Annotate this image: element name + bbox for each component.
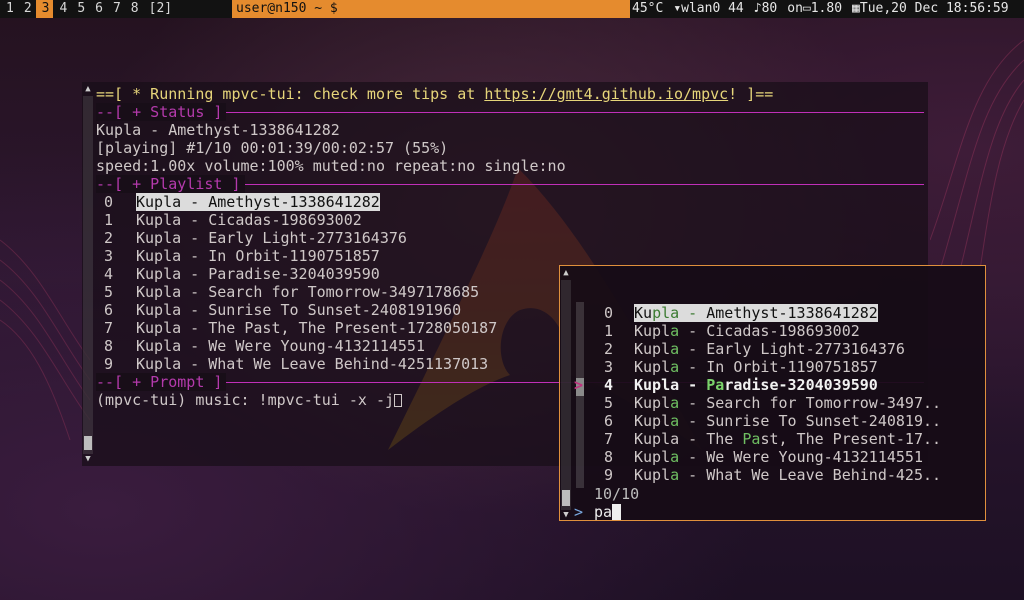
prompt-header: --[ + Prompt ] — [96, 373, 227, 391]
scroll-up-arrow-icon[interactable]: ▲ — [561, 268, 571, 278]
now-playing: Kupla - Amethyst-1338641282 — [96, 121, 340, 139]
playback-flags: speed:1.00x volume:100% muted:no repeat:… — [96, 157, 566, 175]
playlist-item[interactable]: 9 Kupla - What We Leave Behind-4251137013 — [96, 355, 488, 373]
workspace-6[interactable]: 6 — [89, 0, 107, 18]
wifi-icon: ▾ — [673, 1, 682, 16]
fzf-popup[interactable]: ▲ ▼ 0 Kupla - Amethyst-1338641282 1 Kupla … — [559, 265, 986, 521]
fzf-result-row[interactable]: 0 Kupla - Amethyst-1338641282 — [604, 304, 878, 322]
popup-scrollbar-track[interactable] — [561, 280, 571, 510]
scroll-up-arrow-icon[interactable]: ▲ — [83, 84, 93, 94]
scroll-down-arrow-icon[interactable]: ▼ — [83, 454, 93, 464]
fzf-result-row[interactable]: 6 Kupla - Sunrise To Sunset-240819.. — [604, 412, 941, 430]
fzf-pointer-icon: > — [574, 376, 584, 394]
fzf-match-count: 10/10 — [594, 485, 640, 503]
fzf-result-row-selected[interactable]: 4 Kupla - Paradise-3204039590 — [604, 376, 878, 394]
workspace-3[interactable]: 3 — [35, 0, 54, 18]
fzf-result-row[interactable]: 8 Kupla - We Were Young-4132114551 — [604, 448, 923, 466]
fzf-result-row[interactable]: 1 Kupla - Cicadas-198693002 — [604, 322, 860, 340]
fzf-result-row[interactable]: 9 Kupla - What We Leave Behind-425.. — [604, 466, 941, 484]
top-status-bar: 1 2 3 4 5 6 7 8 [2] user@n150 ~ $ 45°C ▾… — [0, 0, 1024, 18]
command-prompt[interactable]: (mpvc-tui) music: !mpvc-tui -x -j — [96, 391, 403, 409]
wallpaper-waves-left — [0, 239, 90, 440]
monitor-icon: ▭ — [802, 1, 811, 16]
fzf-result-row[interactable]: 7 Kupla - The Past, The Present-17.. — [604, 430, 941, 448]
status-header: --[ + Status ] — [96, 103, 227, 121]
playlist-item[interactable]: 7 Kupla - The Past, The Present-172805018… — [96, 319, 497, 337]
playlist-item[interactable]: 1 Kupla - Cicadas-198693002 — [96, 211, 362, 229]
focused-window-title: user@n150 ~ $ — [232, 0, 630, 18]
fzf-result-row[interactable]: 5 Kupla - Search for Tomorrow-3497.. — [604, 394, 941, 412]
temperature: 45°C — [632, 1, 664, 16]
scrollbar-thumb[interactable] — [84, 436, 92, 450]
playlist-item[interactable]: 2 Kupla - Early Light-2773164376 — [96, 229, 407, 247]
playback-progress: [playing] #1/10 00:01:39/00:02:57 (55%) — [96, 139, 449, 157]
workspace-5[interactable]: 5 — [71, 0, 89, 18]
fzf-prompt-icon: > — [574, 503, 584, 521]
network-status: ▾wlan0 44 — [673, 1, 744, 16]
text-cursor — [612, 504, 622, 520]
clock: ▦Tue,20 Dec 18:56:59 — [852, 1, 1009, 16]
power-status: on▭1.80 — [787, 1, 843, 16]
workspace-2[interactable]: 2 — [18, 0, 36, 18]
scroll-down-arrow-icon[interactable]: ▼ — [561, 510, 571, 520]
workspace-8[interactable]: 8 — [125, 0, 143, 18]
speaker-icon: ♪ — [753, 1, 762, 16]
popup-scrollbar-thumb[interactable] — [562, 490, 570, 506]
playlist-item[interactable]: 8 Kupla - We Were Young-4132114551 — [96, 337, 425, 355]
playlist-item[interactable]: 0 Kupla - Amethyst-1338641282 — [96, 193, 380, 211]
banner: ==[ * Running mpvc-tui: check more tips … — [96, 85, 774, 103]
wallpaper-waves-right — [930, 40, 1024, 270]
playlist-item[interactable]: 5 Kupla - Search for Tomorrow-3497178685 — [96, 283, 479, 301]
fzf-query-input[interactable]: pa — [594, 503, 622, 521]
calendar-icon: ▦ — [852, 1, 860, 16]
volume-status: ♪80 — [753, 1, 778, 16]
playlist-item[interactable]: 3 Kupla - In Orbit-1190751857 — [96, 247, 380, 265]
playlist-item[interactable]: 4 Kupla - Paradise-3204039590 — [96, 265, 380, 283]
fzf-result-row[interactable]: 2 Kupla - Early Light-2773164376 — [604, 340, 905, 358]
workspace-7[interactable]: 7 — [107, 0, 125, 18]
scrollbar-track[interactable] — [83, 96, 93, 454]
workspace-extra[interactable]: [2] — [143, 0, 176, 18]
workspace-1[interactable]: 1 — [0, 0, 18, 18]
workspace-list: 1 2 3 4 5 6 7 8 [2] — [0, 0, 176, 18]
cursor-icon — [394, 394, 403, 407]
playlist-item[interactable]: 6 Kupla - Sunrise To Sunset-2408191960 — [96, 301, 461, 319]
fzf-result-row[interactable]: 3 Kupla - In Orbit-1190751857 — [604, 358, 878, 376]
tips-link[interactable]: https://gmt4.github.io/mpvc — [484, 85, 728, 103]
playlist-header: --[ + Playlist ] — [96, 175, 245, 193]
system-status: 45°C ▾wlan0 44 ♪80 on▭1.80 ▦Tue,20 Dec 1… — [632, 0, 1009, 18]
workspace-4[interactable]: 4 — [53, 0, 71, 18]
